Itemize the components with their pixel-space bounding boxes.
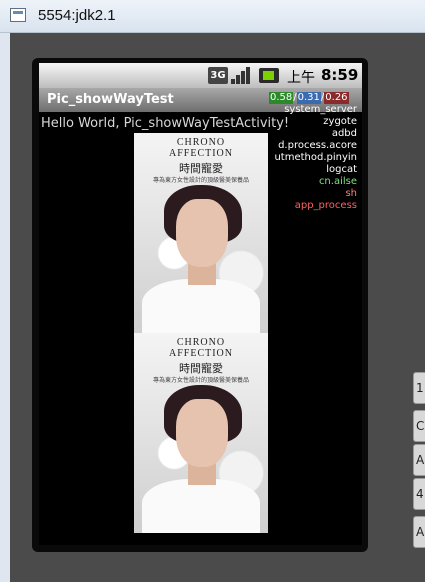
app-title: Pic_showWayTest <box>47 92 174 107</box>
window-left-border <box>0 33 10 582</box>
portrait-shirt <box>142 479 260 533</box>
emulator-control-button[interactable]: A <box>413 444 425 476</box>
brand-line2: AFFECTION <box>168 348 233 359</box>
brand-chinese: 時間寵愛 <box>179 162 223 175</box>
process-item: utmethod.pinyin <box>274 152 357 163</box>
window-app-icon <box>10 8 26 22</box>
emulator-control-button[interactable]: 1 <box>413 372 425 404</box>
process-item: zygote <box>323 116 357 127</box>
emulator-control-button[interactable]: C <box>413 410 425 442</box>
clock-time: 8:59 <box>321 66 359 84</box>
clock-ampm: 上午 <box>287 70 315 86</box>
process-item: system_server <box>284 104 357 115</box>
image-view[interactable]: CHRONO AFFECTION 時間寵愛 專為東方女性設計的頂級醫美保養品 C… <box>134 133 268 533</box>
brand-chinese: 時間寵愛 <box>179 362 223 375</box>
process-item: cn.ailse <box>318 176 357 187</box>
process-item: app_process <box>294 200 357 211</box>
brand-line2: AFFECTION <box>168 148 233 159</box>
portrait-shirt <box>142 279 260 333</box>
ad-image: CHRONO AFFECTION 時間寵愛 專為東方女性設計的頂級醫美保養品 <box>134 133 268 333</box>
brand-tagline: 專為東方女性設計的頂級醫美保養品 <box>152 377 249 384</box>
process-list: system_server zygote adbd d.process.acor… <box>274 104 357 212</box>
signal-strength-icon <box>231 67 253 84</box>
load-avg-1: 0.58 <box>269 92 294 104</box>
process-item: adbd <box>331 128 357 139</box>
brand-tagline: 專為東方女性設計的頂級醫美保養品 <box>152 177 249 184</box>
load-avg-5: 0.31 <box>296 92 321 104</box>
emulator-control-button[interactable]: A <box>413 516 425 548</box>
ad-image: CHRONO AFFECTION 時間寵愛 專為東方女性設計的頂級醫美保養品 <box>134 333 268 533</box>
brand-line1: CHRONO <box>176 137 226 148</box>
device-screen[interactable]: 3G 上午 8:59 Pic_showWayTest 0.58 / 0.31 /… <box>39 63 362 545</box>
portrait-face <box>176 199 228 267</box>
network-3g-icon: 3G <box>208 67 228 84</box>
window-title-bar[interactable]: 5554:jdk2.1 <box>0 0 425 33</box>
emulator-control-button[interactable]: 4 <box>413 478 425 510</box>
status-bar[interactable]: 3G 上午 8:59 <box>39 63 362 88</box>
brand-line1: CHRONO <box>176 337 226 348</box>
portrait-face <box>176 399 228 467</box>
hello-text: Hello World, Pic_showWayTestActivity! <box>41 116 290 131</box>
process-item: d.process.acore <box>278 140 357 151</box>
load-avg-15: 0.26 <box>324 92 349 104</box>
process-item: logcat <box>326 164 357 175</box>
window-title: 5554:jdk2.1 <box>38 7 116 24</box>
load-average: 0.58 / 0.31 / 0.26 <box>269 92 349 104</box>
battery-icon <box>259 68 279 83</box>
process-item: sh <box>345 188 357 199</box>
